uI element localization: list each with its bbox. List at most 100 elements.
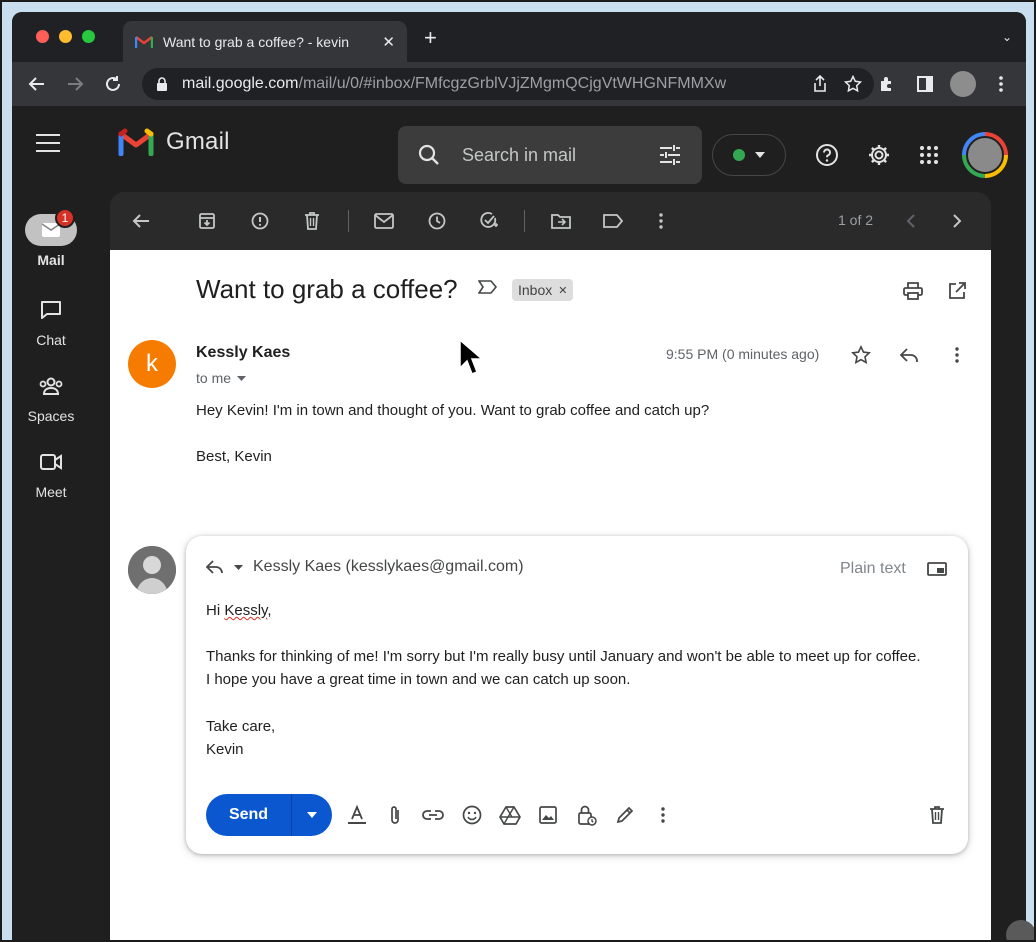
search-icon[interactable]	[418, 144, 440, 166]
caret-down-icon	[755, 152, 765, 158]
more-compose-options-icon[interactable]	[652, 804, 674, 826]
snooze-clock-icon[interactable]	[426, 210, 448, 232]
forward-icon[interactable]	[64, 73, 86, 95]
close-window-button[interactable]	[36, 30, 49, 43]
remove-label-icon[interactable]: ✕	[558, 284, 567, 297]
formatting-options-icon[interactable]	[346, 804, 368, 826]
message-content: Want to grab a coffee? Inbox ✕ k Kessly …	[110, 250, 991, 942]
browser-menu-icon[interactable]	[990, 73, 1012, 95]
print-icon[interactable]	[902, 280, 924, 302]
insert-signature-icon[interactable]	[614, 804, 636, 826]
share-icon[interactable]	[812, 75, 828, 93]
lock-icon[interactable]	[156, 77, 168, 91]
reply-recipient[interactable]: Kessly Kaes (kesslykaes@gmail.com)	[253, 558, 524, 576]
gmail-app: Gmail Search in mail 1 Mail Chat Spaces …	[12, 106, 1026, 942]
help-icon[interactable]	[814, 142, 840, 168]
reply-type-caret-icon[interactable]	[234, 564, 243, 570]
status-dropdown[interactable]	[712, 134, 786, 176]
browser-tab[interactable]: Want to grab a coffee? - kevin ✕	[123, 21, 407, 62]
older-chevron-icon[interactable]	[946, 210, 968, 232]
floating-button[interactable]	[1006, 920, 1036, 942]
spaces-icon	[39, 377, 63, 395]
newer-chevron-icon[interactable]	[900, 210, 922, 232]
account-avatar[interactable]	[962, 132, 1008, 178]
back-icon[interactable]	[26, 73, 48, 95]
message-more-icon[interactable]	[946, 344, 968, 366]
main-menu-icon[interactable]	[36, 134, 66, 156]
inbox-label-text: Inbox	[518, 282, 553, 298]
search-input[interactable]: Search in mail	[462, 145, 658, 166]
reload-icon[interactable]	[102, 73, 124, 95]
confidential-mode-icon[interactable]	[576, 804, 598, 826]
rail-spaces-label: Spaces	[27, 408, 75, 424]
apps-grid-icon[interactable]	[916, 142, 942, 168]
address-bar[interactable]: mail.google.com/mail/u/0/#inbox/FMfcgzGr…	[142, 68, 874, 100]
reply-body-line-2: I hope you have a great time in town and…	[206, 671, 631, 688]
star-icon[interactable]	[850, 344, 872, 366]
important-marker-icon[interactable]	[477, 280, 498, 299]
send-button-group[interactable]: Send	[206, 794, 332, 836]
discard-draft-icon[interactable]	[926, 804, 948, 826]
delete-icon[interactable]	[301, 210, 323, 232]
archive-icon[interactable]	[196, 210, 218, 232]
unread-badge: 1	[55, 208, 75, 228]
rail-chat-label: Chat	[36, 332, 66, 348]
reply-body-line-1: Thanks for thinking of me! I'm sorry but…	[206, 648, 921, 665]
browser-toolbar: mail.google.com/mail/u/0/#inbox/FMfcgzGr…	[12, 62, 1026, 106]
sender-avatar[interactable]: k	[128, 340, 176, 388]
tab-search-chevron-icon[interactable]: ⌄	[1002, 30, 1012, 44]
message-panel: 1 of 2 Want to grab a coffee? Inbox ✕ k …	[110, 192, 991, 942]
mark-unread-icon[interactable]	[373, 210, 395, 232]
search-bar[interactable]: Search in mail	[398, 126, 702, 184]
back-to-inbox-icon[interactable]	[130, 210, 152, 232]
sender-name[interactable]: Kessly Kaes	[196, 344, 290, 362]
misspelled-word: Kessly	[224, 602, 268, 619]
message-time: 9:55 PM (0 minutes ago)	[666, 346, 820, 362]
maximize-window-button[interactable]	[82, 30, 95, 43]
extensions-puzzle-icon[interactable]	[876, 73, 898, 95]
email-subject: Want to grab a coffee?	[196, 274, 458, 304]
inbox-label-chip[interactable]: Inbox ✕	[512, 279, 574, 301]
gmail-favicon-icon	[135, 35, 153, 48]
attach-file-icon[interactable]	[384, 804, 406, 826]
gmail-logo[interactable]: Gmail	[118, 128, 230, 156]
move-to-icon[interactable]	[550, 210, 572, 232]
pop-out-icon[interactable]	[926, 558, 948, 580]
more-options-icon[interactable]	[650, 210, 672, 232]
reply-type-icon[interactable]	[206, 560, 224, 574]
reply-signature: Kevin	[206, 741, 244, 758]
pagination-text: 1 of 2	[838, 212, 874, 228]
caret-down-icon	[237, 375, 247, 381]
open-new-window-icon[interactable]	[946, 280, 968, 302]
tab-strip: Want to grab a coffee? - kevin ✕ + ⌄	[12, 12, 1026, 62]
minimize-window-button[interactable]	[59, 30, 72, 43]
profile-avatar[interactable]	[950, 71, 976, 97]
new-tab-button[interactable]: +	[424, 27, 437, 49]
side-panel-icon[interactable]	[914, 73, 936, 95]
schedule-send-caret-icon[interactable]	[292, 812, 332, 818]
report-spam-icon[interactable]	[249, 210, 271, 232]
browser-window: Want to grab a coffee? - kevin ✕ + ⌄ mai…	[12, 12, 1026, 942]
add-to-tasks-icon[interactable]	[478, 210, 500, 232]
rail-chat[interactable]: Chat	[22, 294, 80, 348]
google-drive-icon[interactable]	[499, 804, 521, 826]
search-options-icon[interactable]	[658, 144, 682, 166]
recipients-toggle[interactable]: to me	[196, 370, 247, 386]
insert-emoji-icon[interactable]	[461, 804, 483, 826]
insert-photo-icon[interactable]	[537, 804, 559, 826]
to-me-text: to me	[196, 370, 232, 386]
url-host: mail.google.com	[182, 75, 299, 92]
reply-composer[interactable]: Kessly Kaes (kesslykaes@gmail.com) Plain…	[186, 536, 968, 854]
rail-meet[interactable]: Meet	[22, 446, 80, 500]
label-icon[interactable]	[602, 210, 624, 232]
insert-link-icon[interactable]	[422, 804, 444, 826]
plain-text-mode: Plain text	[840, 560, 906, 577]
tab-close-icon[interactable]: ✕	[382, 33, 395, 51]
meet-video-icon	[40, 454, 62, 470]
reply-icon[interactable]	[898, 344, 920, 366]
send-button[interactable]: Send	[206, 794, 292, 836]
bookmark-star-icon[interactable]	[844, 75, 862, 93]
settings-gear-icon[interactable]	[866, 142, 892, 168]
rail-mail[interactable]: 1 Mail	[22, 208, 80, 268]
rail-spaces[interactable]: Spaces	[22, 370, 80, 424]
